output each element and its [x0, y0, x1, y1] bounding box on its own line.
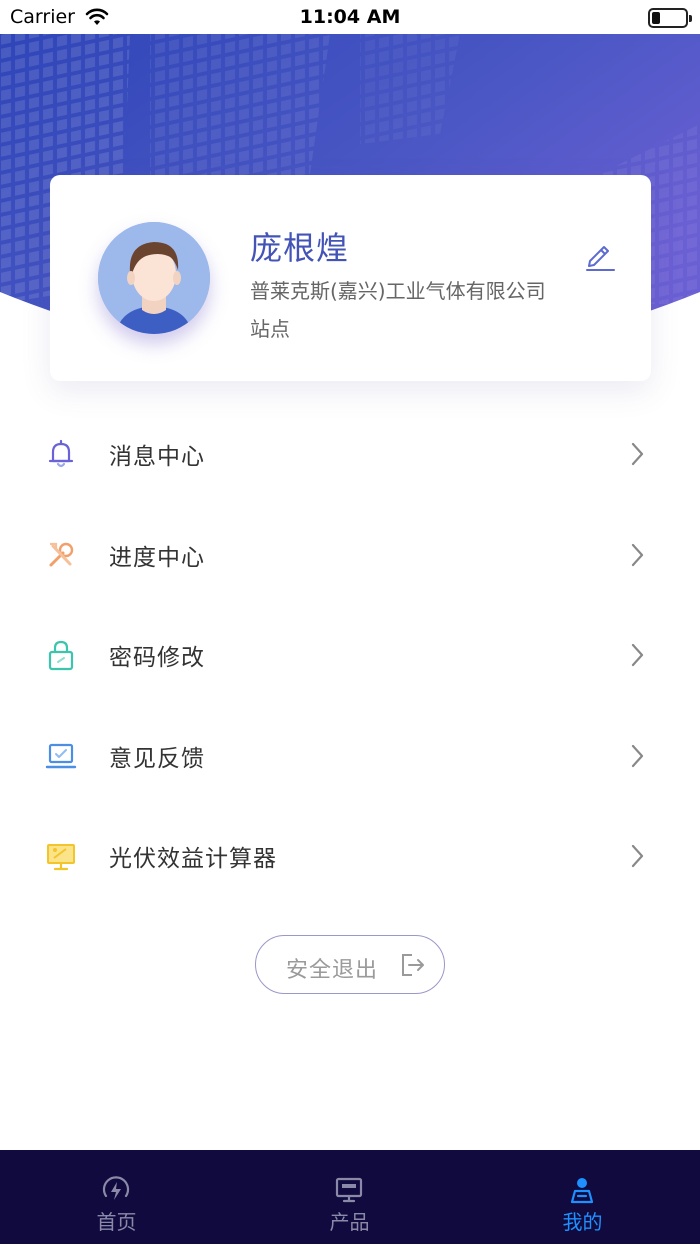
chevron-right-icon [631, 744, 644, 767]
tab-mine[interactable]: 我的 [466, 1150, 699, 1244]
avatar-illustration [98, 222, 210, 334]
chevron-right-icon [631, 543, 644, 566]
chevron-right-icon [631, 844, 644, 868]
profile-icon [570, 1178, 594, 1204]
chevron-right-icon [631, 643, 644, 667]
menu-item-solar-calculator[interactable]: 光伏效益计算器 [0, 805, 700, 906]
tab-products[interactable]: 产品 [233, 1150, 466, 1244]
menu-item-progress-center[interactable]: 进度中心 [0, 504, 700, 605]
logout-button[interactable]: 安全退出 [255, 935, 445, 994]
tab-label: 我的 [562, 1210, 603, 1234]
user-avatar[interactable] [98, 222, 210, 334]
energy-icon [102, 1176, 130, 1200]
menu-item-label: 意见反馈 [109, 745, 205, 772]
battery-icon [648, 8, 692, 28]
battery-fill [652, 12, 660, 24]
logout-icon [402, 954, 424, 976]
user-role: 站点 [250, 317, 290, 341]
monitor-icon [335, 1177, 363, 1203]
bell-icon [48, 439, 74, 468]
solar-panel-icon [47, 844, 75, 871]
tab-label: 首页 [96, 1210, 137, 1234]
logout-label: 安全退出 [286, 958, 379, 983]
menu-item-change-password[interactable]: 密码修改 [0, 604, 700, 705]
tab-home[interactable]: 首页 [0, 1150, 233, 1244]
bottom-tab-bar: 首页 产品 我的 [0, 1150, 700, 1244]
tab-label: 产品 [329, 1210, 370, 1234]
menu-item-label: 光伏效益计算器 [109, 846, 277, 872]
user-name: 庞根煌 [250, 229, 350, 267]
settings-menu: 消息中心 进度中心 密码修改 意见反馈 光伏效益计算器 [0, 403, 700, 906]
lock-icon [48, 640, 74, 671]
company-name: 普莱克斯(嘉兴)工业气体有限公司 [250, 279, 546, 303]
menu-item-label: 消息中心 [109, 444, 205, 470]
menu-item-message-center[interactable]: 消息中心 [0, 403, 700, 504]
feedback-laptop-icon [45, 743, 77, 768]
profile-card: 庞根煌 普莱克斯(嘉兴)工业气体有限公司 站点 [50, 175, 651, 381]
menu-item-feedback[interactable]: 意见反馈 [0, 705, 700, 806]
pencil-icon [586, 246, 615, 271]
chevron-right-icon [631, 442, 644, 466]
menu-item-label: 密码修改 [109, 645, 205, 671]
edit-profile-button[interactable] [582, 237, 618, 273]
status-bar: Carrier 11:04 AM [0, 0, 700, 34]
menu-item-label: 进度中心 [109, 544, 205, 571]
clock: 11:04 AM [299, 6, 401, 28]
wrench-icon [49, 542, 74, 566]
